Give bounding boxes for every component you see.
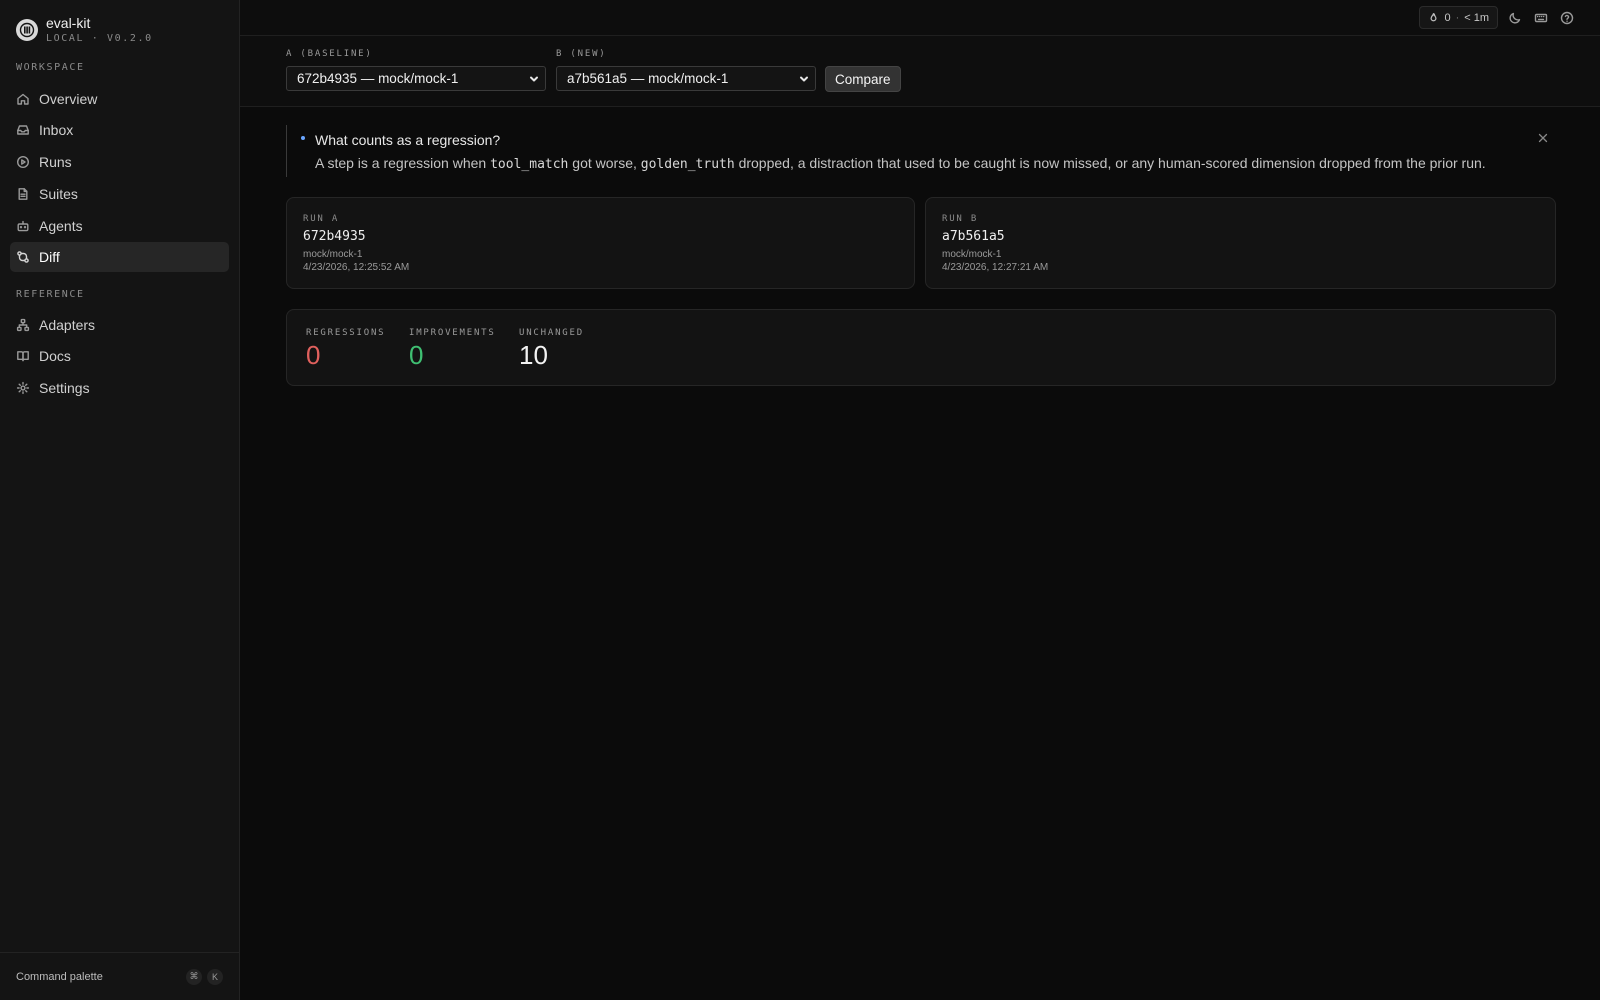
sidebar-item-inbox[interactable]: Inbox <box>10 115 229 145</box>
improvements-label: IMPROVEMENTS <box>409 328 496 338</box>
run-a-model: mock/mock-1 <box>303 249 363 260</box>
callout-title: What counts as a regression? <box>315 132 501 148</box>
sidebar-item-agents[interactable]: Agents <box>10 211 229 241</box>
run-b-card: RUN B a7b561a5 mock/mock-1 4/23/2026, 12… <box>925 197 1556 289</box>
sidebar-item-label: Diff <box>39 249 60 265</box>
chevron-down-icon <box>800 76 808 82</box>
unchanged-stat: UNCHANGED 10 <box>519 328 584 369</box>
run-a-date: 4/23/2026, 12:25:52 AM <box>303 262 410 273</box>
callout-text: got worse, <box>568 155 641 171</box>
compare-button[interactable]: Compare <box>825 66 901 92</box>
command-palette-button[interactable]: Command palette <box>16 971 103 983</box>
k-key: K <box>207 968 223 985</box>
unchanged-label: UNCHANGED <box>519 328 584 338</box>
keyboard-icon[interactable] <box>1534 11 1548 25</box>
sidebar-item-label: Runs <box>39 154 72 170</box>
workspace-section-label: WORKSPACE <box>16 62 85 73</box>
inbox-icon <box>17 125 29 135</box>
new-run-select[interactable]: a7b561a5 — mock/mock-1 <box>556 66 816 91</box>
regressions-count: 0 <box>306 340 321 370</box>
new-run-label: B (NEW) <box>556 49 607 59</box>
activity-status[interactable]: 0 · < 1m <box>1419 6 1498 29</box>
baseline-label: A (BASELINE) <box>286 49 373 59</box>
new-run-value: a7b561a5 — mock/mock-1 <box>567 71 729 86</box>
bot-icon <box>17 220 29 232</box>
run-a-card: RUN A 672b4935 mock/mock-1 4/23/2026, 12… <box>286 197 915 289</box>
reference-section-label: REFERENCE <box>16 289 85 300</box>
sidebar-item-label: Agents <box>39 218 83 234</box>
file-icon <box>18 188 28 200</box>
improvements-count: 0 <box>409 340 424 370</box>
chevron-down-icon <box>530 76 538 82</box>
callout-code-golden-truth: golden_truth <box>640 157 735 172</box>
help-icon[interactable] <box>1560 11 1574 25</box>
logo-icon <box>16 19 38 41</box>
sidebar-footer: Command palette ⌘ K <box>0 952 239 1000</box>
info-dot-icon <box>301 136 305 140</box>
network-icon <box>16 318 30 332</box>
callout-body: A step is a regression when tool_match g… <box>315 155 1486 172</box>
callout-text: A step is a regression when <box>315 155 491 171</box>
status-time: < 1m <box>1464 11 1489 24</box>
callout-text: dropped, a distraction that used to be c… <box>734 155 1486 171</box>
topbar: 0 · < 1m <box>240 0 1600 36</box>
sidebar-item-overview[interactable]: Overview <box>10 84 229 114</box>
callout-code-tool-match: tool_match <box>490 157 569 172</box>
close-icon[interactable] <box>1538 133 1548 143</box>
improvements-stat: IMPROVEMENTS 0 <box>409 328 496 369</box>
run-a-label: RUN A <box>303 214 340 224</box>
shortcut-hint: ⌘ K <box>186 968 223 985</box>
play-circle-icon <box>16 155 30 169</box>
git-compare-icon <box>17 251 29 263</box>
gear-icon <box>16 381 30 395</box>
sidebar-item-settings[interactable]: Settings <box>10 373 229 403</box>
run-b-label: RUN B <box>942 214 979 224</box>
diff-summary: REGRESSIONS 0 IMPROVEMENTS 0 UNCHANGED 1… <box>286 309 1556 386</box>
brand[interactable]: eval-kit LOCAL · V0.2.0 <box>16 16 153 44</box>
run-a-id: 672b4935 <box>303 229 366 244</box>
sidebar-item-label: Overview <box>39 91 98 107</box>
unchanged-count: 10 <box>519 340 548 370</box>
sidebar-item-runs[interactable]: Runs <box>10 147 229 177</box>
run-b-id: a7b561a5 <box>942 229 1005 244</box>
run-b-model: mock/mock-1 <box>942 249 1002 260</box>
app-version: LOCAL · V0.2.0 <box>46 33 153 44</box>
command-key: ⌘ <box>186 968 202 985</box>
sidebar-item-label: Settings <box>39 380 90 396</box>
status-count: 0 <box>1444 11 1451 24</box>
app-name: eval-kit <box>46 15 91 31</box>
sidebar-item-label: Inbox <box>39 122 74 138</box>
sidebar-item-label: Suites <box>39 186 78 202</box>
book-icon <box>17 351 29 362</box>
sidebar-item-suites[interactable]: Suites <box>10 179 229 209</box>
sidebar-item-adapters[interactable]: Adapters <box>10 310 229 340</box>
status-separator: · <box>1455 11 1460 24</box>
sidebar-item-diff[interactable]: Diff <box>10 242 229 272</box>
home-icon <box>17 93 29 105</box>
moon-icon[interactable] <box>1508 11 1522 25</box>
flame-icon <box>1430 12 1437 22</box>
run-b-date: 4/23/2026, 12:27:21 AM <box>942 262 1049 273</box>
regressions-label: REGRESSIONS <box>306 328 386 338</box>
baseline-run-select[interactable]: 672b4935 — mock/mock-1 <box>286 66 546 91</box>
sidebar: eval-kit LOCAL · V0.2.0 WORKSPACE Overvi… <box>0 0 240 1000</box>
baseline-run-value: 672b4935 — mock/mock-1 <box>297 71 459 86</box>
regressions-stat: REGRESSIONS 0 <box>306 328 385 369</box>
sidebar-item-docs[interactable]: Docs <box>10 341 229 371</box>
compare-bar: A (BASELINE) 672b4935 — mock/mock-1 B (N… <box>240 36 1600 107</box>
sidebar-item-label: Docs <box>39 348 71 364</box>
sidebar-item-label: Adapters <box>39 317 96 333</box>
regression-info-callout: What counts as a regression? A step is a… <box>286 125 1556 177</box>
